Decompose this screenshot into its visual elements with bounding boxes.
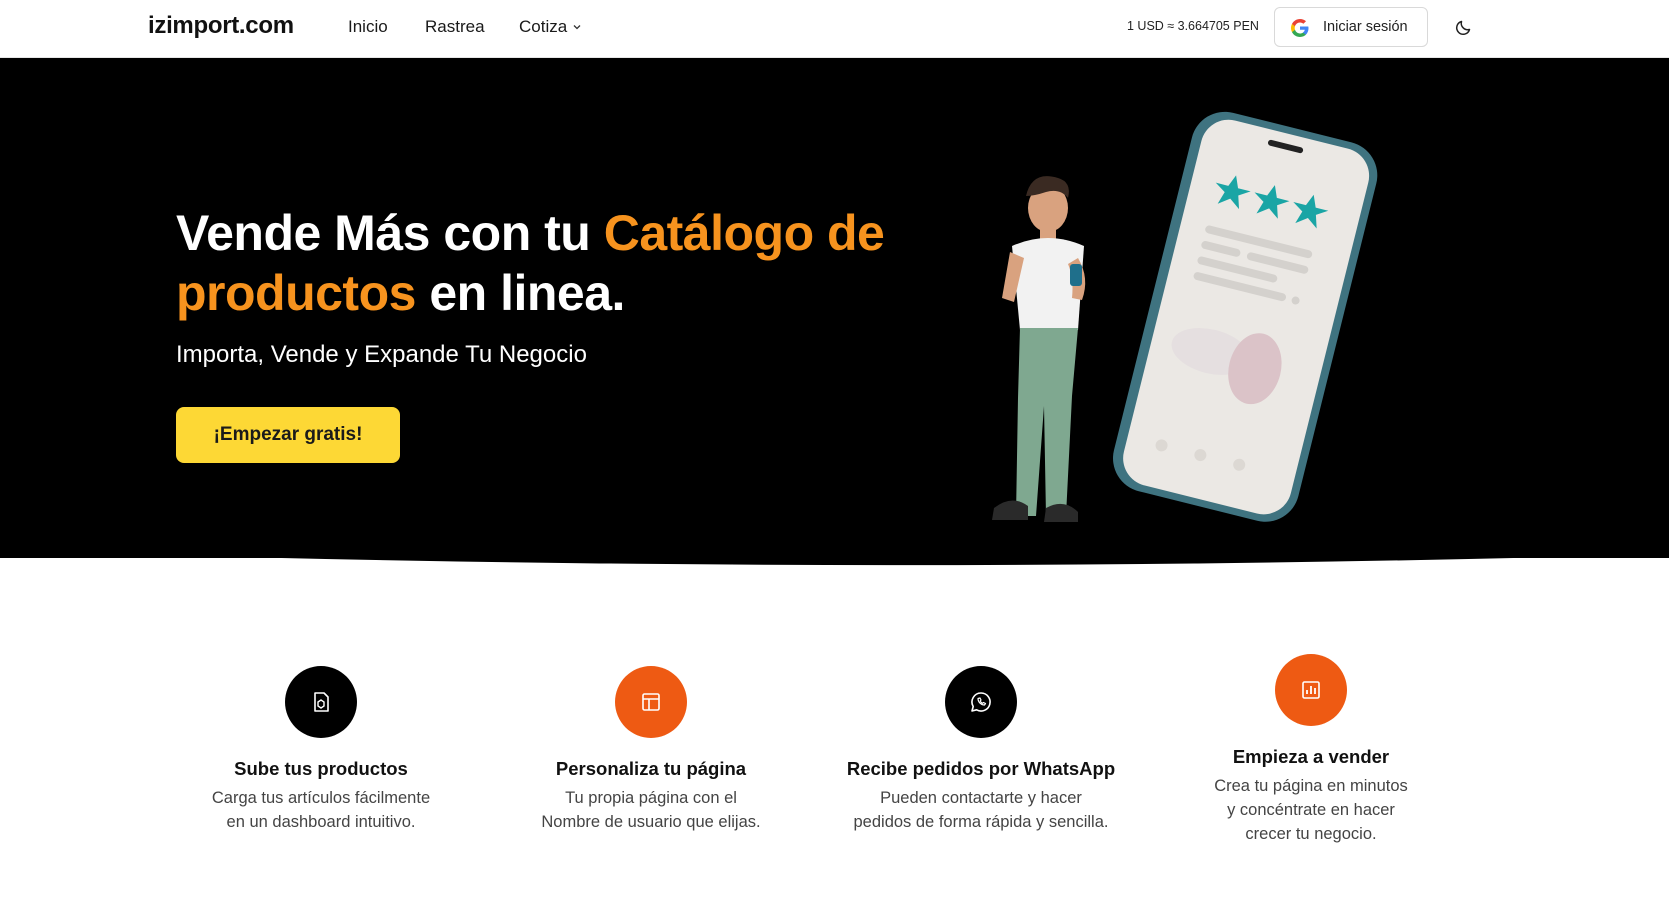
feature-desc-line: Crea tu página en minutos [1214,777,1408,795]
feature-desc-line: Pueden contactarte y hacer [880,789,1082,807]
feature-desc-line: crecer tu negocio. [1245,825,1377,843]
package-icon [314,692,329,712]
feature-desc-line: y concéntrate en hacer [1227,801,1395,819]
hero-illustration [992,111,1378,522]
hero-section: Vende Más con tu Catálogo de productos e… [0,58,1669,558]
login-label: Iniciar sesión [1323,19,1408,35]
navbar: izimport.com Inicio Rastrea Cotiza 1 USD… [0,0,1669,58]
nav-inicio[interactable]: Inicio [348,17,388,37]
feature-title: Empieza a vender [1232,746,1390,767]
google-login-button[interactable]: Iniciar sesión [1274,7,1428,47]
feature-icon-circle [285,666,357,738]
nav-cotiza-label: Cotiza [519,17,568,36]
feature-start-selling: Empieza a vender Crea tu página en minut… [1161,652,1461,852]
feature-icon-circle [1275,654,1347,726]
whatsapp-icon [971,692,991,712]
hero-subtitle: Importa, Vende y Expande Tu Negocio [176,341,587,368]
feature-desc-line: Tu propia página con el [565,789,737,807]
chevron-down-icon [573,25,581,30]
feature-desc-line: en un dashboard intuitivo. [226,813,416,831]
hero-title: Vende Más con tu Catálogo de productos e… [176,203,936,323]
feature-title: Personaliza tu página [555,758,747,779]
feature-customize-page: Personaliza tu página Tu propia página c… [501,664,801,844]
feature-icon-circle [945,666,1017,738]
layout-icon [642,693,660,711]
chart-icon [1302,681,1320,699]
feature-whatsapp-orders: Recibe pedidos por WhatsApp Pueden conta… [831,664,1131,844]
nav-rastrea[interactable]: Rastrea [425,17,485,37]
site-logo[interactable]: izimport.com [148,12,294,40]
phone-illustration [1113,111,1378,522]
feature-upload-products: Sube tus productos Carga tus artículos f… [171,664,471,844]
google-icon [1291,19,1309,37]
feature-icon-circle [615,666,687,738]
person-illustration [992,176,1086,522]
nav-cotiza[interactable]: Cotiza [519,17,582,37]
feature-desc-line: Nombre de usuario que elijas. [541,813,761,831]
feature-desc-line: Carga tus artículos fácilmente [211,789,431,807]
feature-title: Recibe pedidos por WhatsApp [846,758,1116,779]
start-free-button[interactable]: ¡Empezar gratis! [176,407,400,463]
exchange-rate: 1 USD ≈ 3.664705 PEN [1127,19,1259,33]
hero-curve [0,538,1669,566]
feature-desc-line: pedidos de forma rápida y sencilla. [853,813,1109,831]
hero-title-part1: Vende Más con tu [176,205,604,261]
hero-title-part2: en linea. [415,265,625,321]
moon-icon[interactable] [1454,17,1474,37]
feature-title: Sube tus productos [234,758,408,779]
